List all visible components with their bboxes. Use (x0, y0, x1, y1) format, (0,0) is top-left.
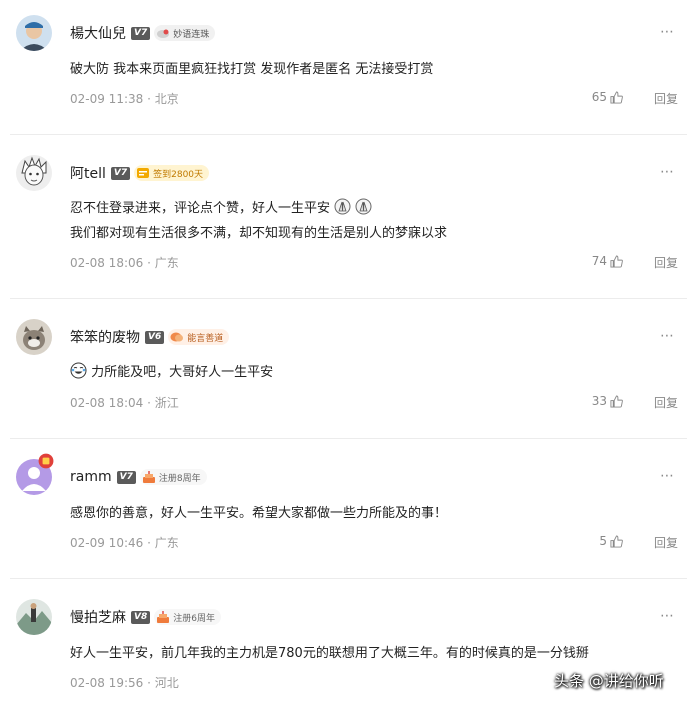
comment-text: 好人一生平安，前几年我的主力机是780元的联想用了大概三年。有的时候真的是一分钱… (70, 646, 589, 661)
avatar[interactable] (16, 599, 52, 635)
more-dots-icon[interactable]: ⋯ (660, 164, 675, 180)
medal-badge[interactable]: 能言善道 (168, 329, 230, 345)
comment-text-line: 忍不住登录进来，评论点个赞，好人一生平安 (70, 201, 331, 216)
username[interactable]: 楊大仙兒 (70, 23, 126, 43)
username[interactable]: 笨笨的废物 (70, 327, 140, 347)
red-envelope-icon (38, 453, 54, 469)
username[interactable]: ramm (70, 469, 112, 485)
like-count: 74 (591, 254, 607, 268)
medal-badge[interactable]: 注册8周年 (139, 469, 207, 485)
comment-item: 阿tell V7 签到2800天 ⋯ 忍不住登录进来，评论点个赞，好人一生平安 … (0, 135, 697, 298)
comment-meta: 02-08 18:04 · 浙江 (70, 396, 179, 410)
more-dots-icon[interactable]: ⋯ (660, 328, 675, 344)
level-badge: V7 (110, 166, 131, 180)
medal-badge[interactable]: 妙语连珠 (154, 25, 216, 41)
medal-label: 妙语连珠 (173, 29, 210, 40)
comment-meta: 02-08 19:56 · 河北 (70, 676, 179, 690)
cake-medal-icon (157, 611, 170, 623)
user-info: 笨笨的废物 V6 能言善道 (70, 327, 230, 347)
medal-label: 注册8周年 (158, 473, 201, 484)
reply-button[interactable]: 回复 (654, 534, 678, 551)
medal-label: 注册6周年 (173, 613, 215, 624)
speech-medal-icon (170, 332, 184, 342)
reply-button[interactable]: 回复 (654, 254, 678, 271)
more-dots-icon[interactable]: ⋯ (660, 608, 675, 624)
comment-meta: 02-09 10:46 · 广东 (70, 536, 179, 550)
user-info: 楊大仙兒 V7 妙语连珠 (70, 23, 216, 43)
medal-badge[interactable]: 签到2800天 (134, 165, 210, 181)
comment-text-line: 力所能及吧，大哥好人一生平安 (91, 365, 274, 380)
thumbs-up-icon (610, 534, 623, 548)
comment-item: ramm V7 注册8周年 ⋯ 感恩你的善意，好人一生平安。希望大家都做一些力所… (0, 439, 697, 578)
calendar-medal-icon (137, 168, 150, 178)
reply-button[interactable]: 回复 (654, 90, 678, 107)
medal-badge[interactable]: 注册6周年 (154, 609, 221, 625)
level-badge: V6 (145, 330, 165, 344)
avatar[interactable] (16, 319, 52, 355)
comment-text: 我们都对现有生活很多不满，却不知现有的生活是别人的梦寐以求 (70, 226, 448, 241)
like-count: 33 (591, 394, 607, 408)
comment-item: 笨笨的废物 V6 能言善道 ⋯ 力所能及吧，大哥好人一生平安 02-08 18:… (0, 299, 697, 438)
user-info: 阿tell V7 签到2800天 (70, 163, 210, 183)
user-info: 慢拍芝麻 V8 注册6周年 (70, 607, 221, 627)
comment-text: 力所能及吧，大哥好人一生平安 (70, 361, 273, 380)
user-info: ramm V7 注册8周年 (70, 467, 207, 487)
like-button[interactable]: 74 (592, 254, 623, 268)
medal-label: 签到2800天 (153, 169, 204, 180)
username[interactable]: 慢拍芝麻 (70, 607, 126, 627)
watermark: 头条 @讲给你听 (554, 672, 664, 690)
thumbs-up-icon (610, 254, 623, 268)
level-badge: V7 (116, 470, 136, 484)
comment-meta: 02-09 11:38 · 北京 (70, 92, 179, 106)
username[interactable]: 阿tell (70, 163, 106, 183)
like-button[interactable]: 33 (592, 394, 623, 408)
folded-hands-emoji-icon (334, 198, 351, 215)
comment-item: 楊大仙兒 V7 妙语连珠 ⋯ 破大防 我本来页面里疯狂找打赏 发现作者是匿名 无… (0, 0, 697, 134)
avatar[interactable] (16, 155, 52, 191)
cake-medal-icon (142, 471, 155, 483)
avatar[interactable] (16, 15, 52, 51)
folded-hands-emoji-icon (355, 198, 372, 215)
level-badge: V7 (131, 26, 151, 40)
thumbs-up-icon (610, 394, 623, 408)
more-dots-icon[interactable]: ⋯ (660, 468, 675, 484)
avatar[interactable] (16, 453, 54, 495)
medal-label: 能言善道 (187, 333, 224, 344)
thumbs-up-icon (610, 90, 623, 104)
comment-text: 破大防 我本来页面里疯狂找打赏 发现作者是匿名 无法接受打赏 (70, 62, 434, 77)
like-button[interactable]: 5 (599, 534, 623, 548)
reply-button[interactable]: 回复 (654, 394, 678, 411)
comment-text: 忍不住登录进来，评论点个赞，好人一生平安 (70, 197, 372, 216)
more-dots-icon[interactable]: ⋯ (660, 24, 675, 40)
level-badge: V8 (131, 610, 151, 624)
comment-text: 感恩你的善意，好人一生平安。希望大家都做一些力所能及的事！ (70, 506, 448, 521)
cloud-medal-icon (157, 29, 170, 38)
like-button[interactable]: 65 (592, 90, 623, 104)
like-count: 5 (599, 534, 607, 548)
like-count: 65 (591, 90, 607, 104)
comment-meta: 02-08 18:06 · 广东 (70, 256, 179, 270)
crying-laughing-emoji-icon (70, 362, 87, 379)
